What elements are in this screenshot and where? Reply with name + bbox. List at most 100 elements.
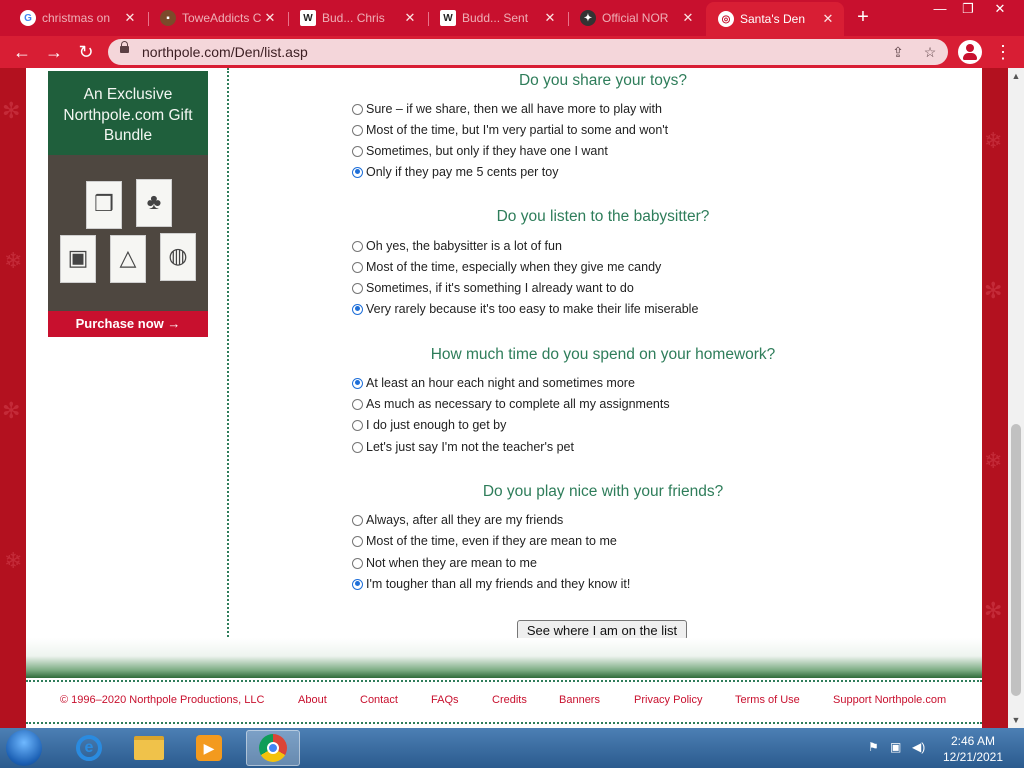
close-icon[interactable]: ✕: [680, 10, 696, 26]
answer-option[interactable]: Sometimes, if it's something I already w…: [352, 279, 634, 297]
answer-option[interactable]: Always, after all they are my friends: [352, 511, 563, 529]
radio-button-selected[interactable]: [352, 578, 363, 590]
reload-icon[interactable]: ↻: [74, 40, 98, 64]
radio-button[interactable]: [352, 514, 363, 526]
footer-link-privacy[interactable]: Privacy Policy: [634, 694, 702, 706]
answer-option[interactable]: Let's just say I'm not the teacher's pet: [352, 438, 574, 456]
radio-button-selected[interactable]: [352, 377, 363, 389]
close-icon[interactable]: ✕: [542, 10, 558, 26]
minimize-icon[interactable]: —: [926, 0, 954, 18]
answer-label: At least an hour each night and sometime…: [366, 376, 635, 390]
radio-button[interactable]: [352, 419, 363, 431]
restore-icon[interactable]: ❐: [954, 0, 982, 18]
tab-wikipedia-2[interactable]: W Budd... Sent ✕: [428, 4, 566, 32]
answer-option[interactable]: Sometimes, but only if they have one I w…: [352, 142, 608, 160]
gift-bundle-ad[interactable]: An Exclusive Northpole.com Gift Bundle ❒…: [48, 71, 208, 337]
ad-image: ❒ ♣ ▣ △ ◍: [48, 155, 208, 311]
tab-toweaddicts[interactable]: ▪ ToweAddicts C ✕: [148, 4, 286, 32]
window-close-icon[interactable]: ✕: [986, 0, 1014, 18]
radio-button[interactable]: [352, 441, 363, 453]
radio-button[interactable]: [352, 240, 363, 252]
tab-label: ToweAddicts C: [182, 11, 262, 25]
footer-link-about[interactable]: About: [298, 694, 327, 706]
question-title: Do you listen to the babysitter?: [496, 208, 710, 225]
answer-option[interactable]: As much as necessary to complete all my …: [352, 395, 670, 413]
tab-official-norad[interactable]: ✦ Official NOR ✕: [568, 4, 704, 32]
answer-option[interactable]: Very rarely because it's too easy to mak…: [352, 300, 698, 318]
tab-label: Bud... Chris: [322, 11, 385, 25]
footer-link-faqs[interactable]: FAQs: [431, 694, 459, 706]
answer-option[interactable]: Sure – if we share, then we all have mor…: [352, 100, 662, 118]
radio-button[interactable]: [352, 282, 363, 294]
see-list-button[interactable]: See where I am on the list: [517, 620, 687, 640]
back-icon[interactable]: ←: [10, 40, 34, 64]
start-button-icon[interactable]: [6, 730, 42, 766]
answer-option[interactable]: At least an hour each night and sometime…: [352, 374, 635, 392]
radio-button-selected[interactable]: [352, 166, 363, 178]
content-panel: An Exclusive Northpole.com Gift Bundle ❒…: [26, 68, 982, 728]
tab-wikipedia-1[interactable]: W Bud... Chris ✕: [288, 4, 426, 32]
footer-link-terms[interactable]: Terms of Use: [735, 694, 800, 706]
vertical-scrollbar[interactable]: ▲ ▼: [1008, 68, 1024, 728]
radio-button[interactable]: [352, 398, 363, 410]
radio-button[interactable]: [352, 124, 363, 136]
snowflake-icon: ✻: [2, 98, 21, 123]
taskbar-file-explorer[interactable]: [122, 730, 176, 766]
scroll-down-arrow-icon[interactable]: ▼: [1008, 712, 1024, 728]
tree-card-icon: △: [110, 235, 146, 283]
lock-icon: [120, 41, 129, 53]
answer-label: Not when they are mean to me: [366, 556, 537, 570]
answer-option[interactable]: Oh yes, the babysitter is a lot of fun: [352, 237, 562, 255]
bookmark-star-icon[interactable]: ☆: [920, 42, 940, 62]
footer-link-support[interactable]: Support Northpole.com: [833, 694, 946, 706]
footer-link-contact[interactable]: Contact: [360, 694, 398, 706]
new-tab-icon[interactable]: +: [852, 6, 874, 28]
answer-option[interactable]: I'm tougher than all my friends and they…: [352, 575, 630, 593]
tree-card-icon: ♣: [136, 179, 172, 227]
volume-icon[interactable]: ◀): [912, 740, 925, 754]
snowflake-icon: ❄: [4, 248, 23, 273]
action-center-flag-icon[interactable]: ⚑: [868, 740, 879, 754]
answer-option[interactable]: Most of the time, but I'm very partial t…: [352, 121, 668, 139]
share-icon[interactable]: ⇪: [888, 42, 908, 62]
clock-date: 12/21/2021: [942, 750, 1004, 764]
taskbar-internet-explorer[interactable]: e: [62, 730, 116, 766]
radio-button[interactable]: [352, 557, 363, 569]
footer-bar: © 1996–2020 Northpole Productions, LLC A…: [26, 680, 982, 724]
snowflake-icon: ❄: [4, 548, 23, 573]
footer-link-credits[interactable]: Credits: [492, 694, 527, 706]
answer-option[interactable]: I do just enough to get by: [352, 416, 506, 434]
radio-button[interactable]: [352, 261, 363, 273]
close-icon[interactable]: ✕: [122, 10, 138, 26]
taskbar-chrome[interactable]: [246, 730, 300, 766]
tab-label: christmas on: [42, 11, 111, 25]
menu-kebab-icon[interactable]: ⋮: [994, 40, 1012, 64]
forward-icon[interactable]: →: [42, 40, 66, 64]
radio-button-selected[interactable]: [352, 303, 363, 315]
answer-option[interactable]: Not when they are mean to me: [352, 554, 537, 572]
close-icon[interactable]: ✕: [402, 10, 418, 26]
answer-option[interactable]: Most of the time, even if they are mean …: [352, 532, 617, 550]
answer-option[interactable]: Only if they pay me 5 cents per toy: [352, 163, 558, 181]
snowflake-icon: ✻: [984, 598, 1003, 623]
radio-button[interactable]: [352, 145, 363, 157]
radio-button[interactable]: [352, 535, 363, 547]
radio-button[interactable]: [352, 103, 363, 115]
close-icon[interactable]: ✕: [820, 11, 836, 27]
answer-option[interactable]: Most of the time, especially when they g…: [352, 258, 661, 276]
scrollbar-thumb[interactable]: [1011, 424, 1021, 696]
media-player-icon: ▶: [196, 735, 222, 761]
profile-avatar-icon[interactable]: [958, 40, 982, 64]
address-bar[interactable]: northpole.com/Den/list.asp ⇪ ☆: [108, 39, 948, 65]
taskbar-media-player[interactable]: ▶: [182, 730, 236, 766]
scroll-up-arrow-icon[interactable]: ▲: [1008, 68, 1024, 84]
close-icon[interactable]: ✕: [262, 10, 278, 26]
footer-copyright: © 1996–2020 Northpole Productions, LLC: [60, 694, 265, 706]
system-clock[interactable]: 2:46 AM 12/21/2021: [930, 733, 1016, 765]
footer-link-banners[interactable]: Banners: [559, 694, 600, 706]
purchase-now-button[interactable]: Purchase now →: [48, 311, 208, 337]
network-icon[interactable]: ▣: [890, 740, 901, 754]
tab-christmas[interactable]: G christmas on ✕: [8, 4, 146, 32]
tab-santas-den[interactable]: ◎ Santa's Den ✕: [706, 2, 844, 36]
url-text[interactable]: northpole.com/Den/list.asp: [142, 44, 308, 60]
